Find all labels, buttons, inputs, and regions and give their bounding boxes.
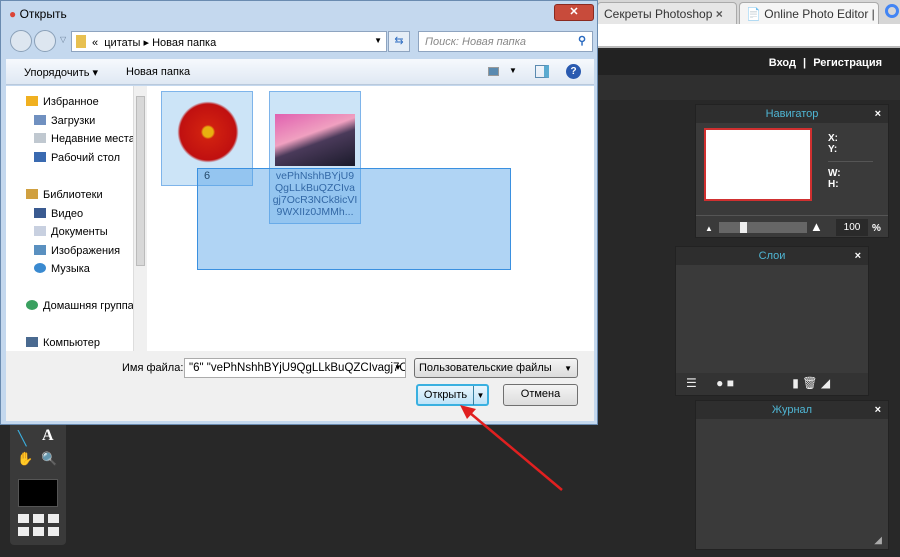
annotation-arrow <box>460 405 563 491</box>
arrow-line <box>469 412 563 491</box>
